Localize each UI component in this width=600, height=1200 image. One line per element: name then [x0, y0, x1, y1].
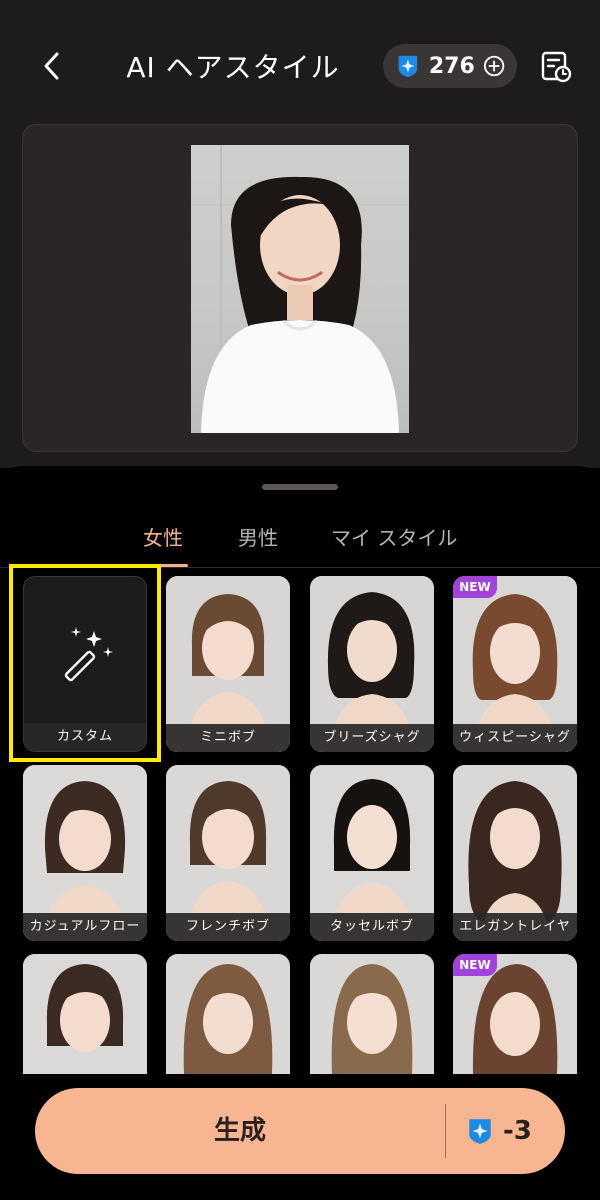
style-card-row3-2[interactable] [166, 954, 290, 1074]
selection-highlight-box [9, 564, 161, 762]
style-card-label: フレンチボブ [166, 913, 290, 941]
style-card-wispy-shag[interactable]: NEW ウィスピーシャグ [453, 576, 577, 752]
history-button[interactable] [537, 48, 575, 86]
credit-balance[interactable]: 276 [383, 44, 517, 88]
style-card-french-bob[interactable]: フレンチボブ [166, 765, 290, 941]
back-button[interactable] [34, 48, 68, 84]
style-card-label: エレガントレイヤー [453, 913, 577, 941]
style-card-row3-1[interactable] [23, 954, 147, 1074]
hairstyle-thumbnail [310, 954, 434, 1074]
cost-value: -3 [503, 1116, 532, 1146]
generate-button[interactable]: 生成 -3 [35, 1088, 565, 1174]
history-clock-icon [541, 51, 572, 83]
sheet-drag-handle[interactable] [262, 484, 338, 490]
tab-my-style[interactable]: マイ スタイル [331, 522, 457, 551]
style-card-label: カジュアルフロー [23, 913, 147, 941]
style-card-row3-4[interactable]: NEW [453, 954, 577, 1074]
generate-divider [445, 1104, 446, 1158]
generate-cost: -3 [465, 1088, 532, 1174]
new-badge: NEW [453, 576, 497, 598]
credit-gem-icon [469, 1119, 491, 1144]
style-card-casual-flow[interactable]: カジュアルフロー [23, 765, 147, 941]
hairstyle-thumbnail [23, 954, 147, 1074]
tab-male[interactable]: 男性 [238, 522, 278, 551]
add-credits-icon[interactable] [483, 54, 505, 78]
style-card-label: タッセルボブ [310, 913, 434, 941]
style-card-elegant-layer[interactable]: エレガントレイヤー [453, 765, 577, 941]
style-card-label: ブリーズシャグ [310, 724, 434, 752]
credit-count: 276 [428, 53, 475, 79]
style-card-breeze-shag[interactable]: ブリーズシャグ [310, 576, 434, 752]
new-badge: NEW [453, 954, 497, 976]
tab-female[interactable]: 女性 [143, 522, 183, 551]
style-card-label: ミニボブ [166, 724, 290, 752]
header: AI ヘアスタイル 276 [0, 0, 600, 130]
style-card-label: ウィスピーシャグ [453, 724, 577, 752]
uploaded-portrait-photo [191, 145, 409, 433]
generate-label: 生成 [213, 1116, 266, 1146]
hairstyle-thumbnail [166, 954, 290, 1074]
category-tabs: 女性 男性 マイ スタイル [0, 510, 600, 568]
style-card-mini-bob[interactable]: ミニボブ [166, 576, 290, 752]
page-title: AI ヘアスタイル [126, 51, 340, 84]
credit-gem-icon [398, 55, 418, 78]
chevron-left-icon [44, 52, 59, 80]
style-card-tassel-bob[interactable]: タッセルボブ [310, 765, 434, 941]
style-card-row3-3[interactable] [310, 954, 434, 1074]
